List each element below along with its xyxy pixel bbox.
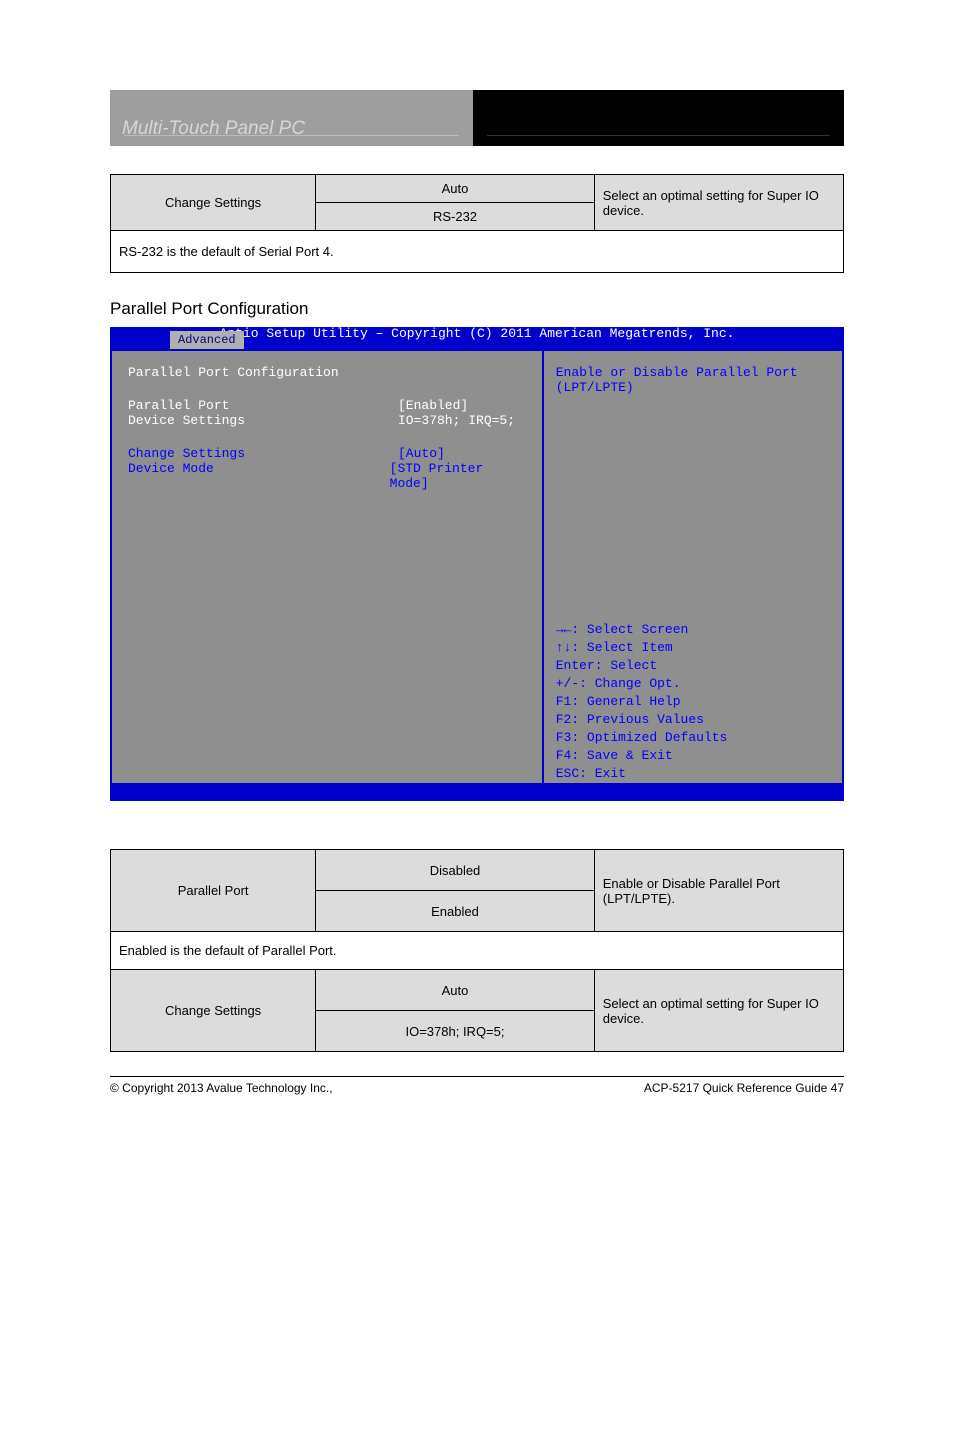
bios-key-2: Enter: Select (556, 657, 830, 675)
t2-note: Enabled is the default of Parallel Port. (111, 932, 844, 970)
t2-r1-option1: Auto (316, 970, 595, 1011)
bios-key-6: F3: Optimized Defaults (556, 729, 830, 747)
t2-r1-desc: Select an optimal setting for Super IO d… (594, 970, 843, 1052)
bios-key-3: +/-: Change Opt. (556, 675, 830, 693)
t2-r0-option1: Disabled (316, 850, 595, 891)
bios-row-device-mode[interactable]: Device Mode [STD Printer Mode] (128, 461, 526, 491)
bios-row-parallel-port[interactable]: Parallel Port [Enabled] (128, 398, 526, 413)
bios-help-text: Enable or Disable Parallel Port (LPT/LPT… (556, 365, 830, 395)
header-left: Multi-Touch Panel PC (110, 90, 473, 146)
bios-tab-advanced[interactable]: Advanced (170, 331, 244, 349)
t1-item: Change Settings (111, 175, 316, 231)
t2-r1-option2: IO=378h; IRQ=5; (316, 1011, 595, 1052)
page-footer: © Copyright 2013 Avalue Technology Inc.,… (110, 1076, 844, 1095)
settings-table-2: Parallel Port Disabled Enable or Disable… (110, 849, 844, 1052)
t2-r0-option2: Enabled (316, 891, 595, 932)
footer-page: ACP-5217 Quick Reference Guide 47 (644, 1081, 844, 1095)
header-right-text: ACP-5217 (489, 118, 578, 140)
t2-r0-item: Parallel Port (111, 850, 316, 932)
header-right: ACP-5217 (473, 90, 844, 146)
bios-heading: Parallel Port Configuration (128, 365, 526, 380)
t1-default-note: RS-232 is the default of Serial Port 4. (111, 231, 844, 273)
bios-row-device-settings: Device Settings IO=378h; IRQ=5; (128, 413, 526, 428)
bios-row-change-settings[interactable]: Change Settings [Auto] (128, 446, 526, 461)
settings-table-1: Change Settings Auto Select an optimal s… (110, 174, 844, 273)
bios-screenshot: Aptio Setup Utility – Copyright (C) 2011… (110, 327, 844, 801)
t1-option2: RS-232 (316, 203, 595, 231)
bios-title: Aptio Setup Utility – Copyright (C) 2011… (110, 327, 844, 329)
footer-copyright: © Copyright 2013 Avalue Technology Inc., (110, 1081, 333, 1095)
bios-key-8: ESC: Exit (556, 765, 830, 783)
bios-key-0: →←: Select Screen (556, 621, 830, 639)
t1-desc: Select an optimal setting for Super IO d… (594, 175, 843, 231)
header-left-text: Multi-Touch Panel PC (122, 118, 305, 140)
page-header: Multi-Touch Panel PC ACP-5217 (110, 90, 844, 146)
bios-left-pane: Parallel Port Configuration Parallel Por… (112, 351, 544, 797)
t2-r1-item: Change Settings (111, 970, 316, 1052)
t1-option1: Auto (316, 175, 595, 203)
bios-key-4: F1: General Help (556, 693, 830, 711)
bios-key-5: F2: Previous Values (556, 711, 830, 729)
bios-key-7: F4: Save & Exit (556, 747, 830, 765)
bios-right-pane: Enable or Disable Parallel Port (LPT/LPT… (544, 351, 842, 797)
bios-key-1: ↑↓: Select Item (556, 639, 830, 657)
section-title: Parallel Port Configuration (110, 299, 844, 319)
bios-key-help: →←: Select Screen ↑↓: Select Item Enter:… (556, 621, 830, 783)
t2-r0-desc: Enable or Disable Parallel Port (LPT/LPT… (594, 850, 843, 932)
